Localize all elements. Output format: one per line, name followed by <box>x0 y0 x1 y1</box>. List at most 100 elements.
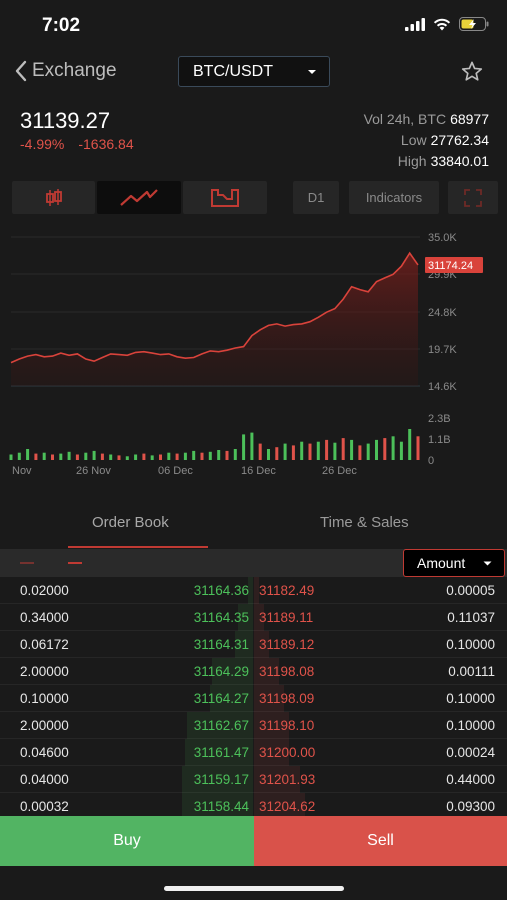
volume-bar <box>391 436 395 460</box>
ask-quantity: 0.00005 <box>446 583 495 598</box>
volume-bar <box>192 450 196 460</box>
orderbook-row[interactable]: 0.10000 31164.27 31198.09 0.10000 <box>0 685 507 712</box>
high-stat: High 33840.01 <box>364 151 489 172</box>
candlestick-button[interactable] <box>12 181 95 214</box>
back-button[interactable]: Exchange <box>14 60 117 82</box>
ask-price: 31198.10 <box>259 718 315 733</box>
bid-price: 31164.29 <box>193 664 249 679</box>
volume-bar <box>183 452 187 460</box>
volume-bar <box>159 454 162 460</box>
volume-bar <box>250 432 254 460</box>
amount-label: Amount <box>417 555 466 571</box>
volume-bar <box>34 453 38 460</box>
caret-down-icon <box>308 69 316 74</box>
volume-bar <box>200 452 204 460</box>
time-axis-label: 26 Nov <box>76 465 111 477</box>
volume-bar <box>358 445 362 460</box>
volume-bar <box>350 439 354 460</box>
volume-bar <box>92 450 96 460</box>
bid-quantity: 0.10000 <box>20 691 69 706</box>
time-axis-label: 06 Dec <box>158 465 193 477</box>
bid-quantity: 0.06172 <box>20 637 69 652</box>
volume-axis-label: 2.3B <box>428 413 451 425</box>
ask-price: 31182.49 <box>259 583 315 598</box>
ask-price: 31198.08 <box>259 664 315 679</box>
volume-bar <box>150 455 154 460</box>
signal-icon <box>405 17 425 31</box>
bid-price: 31159.17 <box>193 772 249 787</box>
orderbook-row[interactable]: 0.04000 31159.17 31201.93 0.44000 <box>0 766 507 793</box>
bid-quantity: 2.00000 <box>20 718 69 733</box>
tab-time-sales[interactable]: Time & Sales <box>320 514 409 531</box>
volume-bar <box>399 441 403 460</box>
tab-order-book[interactable]: Order Book <box>92 514 169 531</box>
bid-quantity: 0.34000 <box>20 610 69 625</box>
status-bar: 7:02 <box>0 0 507 50</box>
high-label: High <box>397 153 427 169</box>
orderbook-row[interactable]: 0.34000 31164.35 31189.11 0.11037 <box>0 604 507 631</box>
current-price-label: 31174.24 <box>428 260 473 272</box>
ask-quantity: 0.11037 <box>447 610 495 625</box>
orderbook-view-toggle-b[interactable] <box>68 562 82 564</box>
orderbook-row[interactable]: 0.06172 31164.31 31189.12 0.10000 <box>0 631 507 658</box>
ask-quantity: 0.00024 <box>446 745 495 760</box>
volume-bar <box>59 453 63 460</box>
orderbook-row[interactable]: 2.00000 31164.29 31198.08 0.00111 <box>0 658 507 685</box>
ask-quantity: 0.10000 <box>446 637 495 652</box>
volume-bar <box>408 429 412 460</box>
amount-select[interactable]: Amount <box>403 549 505 577</box>
ticker-stats: Vol 24h, BTC 68977 Low 27762.34 High 33840.… <box>364 109 489 172</box>
buy-button[interactable]: Buy <box>0 816 254 866</box>
ask-quantity: 0.09300 <box>446 799 495 814</box>
fullscreen-button[interactable] <box>448 181 498 214</box>
orderbook-row[interactable]: 0.04600 31161.47 31200.00 0.00024 <box>0 739 507 766</box>
orderbook-header: Amount <box>0 549 507 577</box>
chart-toolbar: D1 Indicators <box>0 181 507 215</box>
ask-price: 31189.11 <box>259 610 314 625</box>
interval-button[interactable]: D1 <box>293 181 339 214</box>
ask-quantity: 0.10000 <box>446 691 495 706</box>
star-icon[interactable] <box>461 61 483 82</box>
volume-bar <box>26 449 30 460</box>
ask-price: 31200.00 <box>259 745 316 760</box>
volume-bar <box>100 453 104 460</box>
orderbook-row[interactable]: 2.00000 31162.67 31198.10 0.10000 <box>0 712 507 739</box>
pair-select[interactable]: BTC/USDT <box>178 56 330 87</box>
bid-quantity: 2.00000 <box>20 664 69 679</box>
volume-bar <box>117 455 121 460</box>
bid-price: 31164.27 <box>193 691 249 706</box>
line-chart-button[interactable] <box>97 181 181 214</box>
orderbook-row[interactable]: 0.02000 31164.36 31182.49 0.00005 <box>0 577 507 604</box>
volume-bar <box>51 454 54 460</box>
line-chart-icon <box>120 188 158 206</box>
price-chart-svg: 35.0K29.9K24.8K19.7K14.6K2.3B1.1B031174.… <box>9 232 483 477</box>
sell-button[interactable]: Sell <box>254 816 507 866</box>
volume-bar <box>225 450 229 460</box>
bid-price: 31164.31 <box>193 637 249 652</box>
indicators-button[interactable]: Indicators <box>349 181 439 214</box>
ask-quantity: 0.44000 <box>446 772 495 787</box>
volume-bar <box>283 443 287 460</box>
high-value: 33840.01 <box>430 153 489 169</box>
volume-bar <box>267 449 270 460</box>
volume-bar <box>175 453 179 460</box>
bid-quantity: 0.02000 <box>20 583 69 598</box>
candlestick-icon <box>45 188 62 206</box>
volume-bar <box>217 450 221 460</box>
ask-price: 31198.09 <box>259 691 315 706</box>
orderbook-view-toggle-a[interactable] <box>20 562 34 564</box>
volume-bar <box>167 452 171 460</box>
volume-bar <box>300 441 304 460</box>
ask-price: 31189.12 <box>259 637 315 652</box>
price-chart[interactable]: 35.0K 29.9K 24.8K 19.7K 14.6K 2.3B 1.1B 0 31174.… <box>0 224 507 484</box>
depth-chart-icon <box>211 188 239 207</box>
bid-quantity: 0.04600 <box>20 745 69 760</box>
price-area <box>11 253 418 386</box>
ticker-summary: 31139.27 -4.99% -1636.84 Vol 24h, BTC 689… <box>0 104 507 169</box>
price-axis-label: 14.6K <box>428 381 457 393</box>
orderbook-row[interactable]: 0.00032 31158.44 31204.62 0.09300 <box>0 793 507 817</box>
status-icons <box>405 17 489 31</box>
volume-bar <box>291 445 295 460</box>
ask-quantity: 0.00111 <box>448 664 495 679</box>
depth-chart-button[interactable] <box>183 181 267 214</box>
